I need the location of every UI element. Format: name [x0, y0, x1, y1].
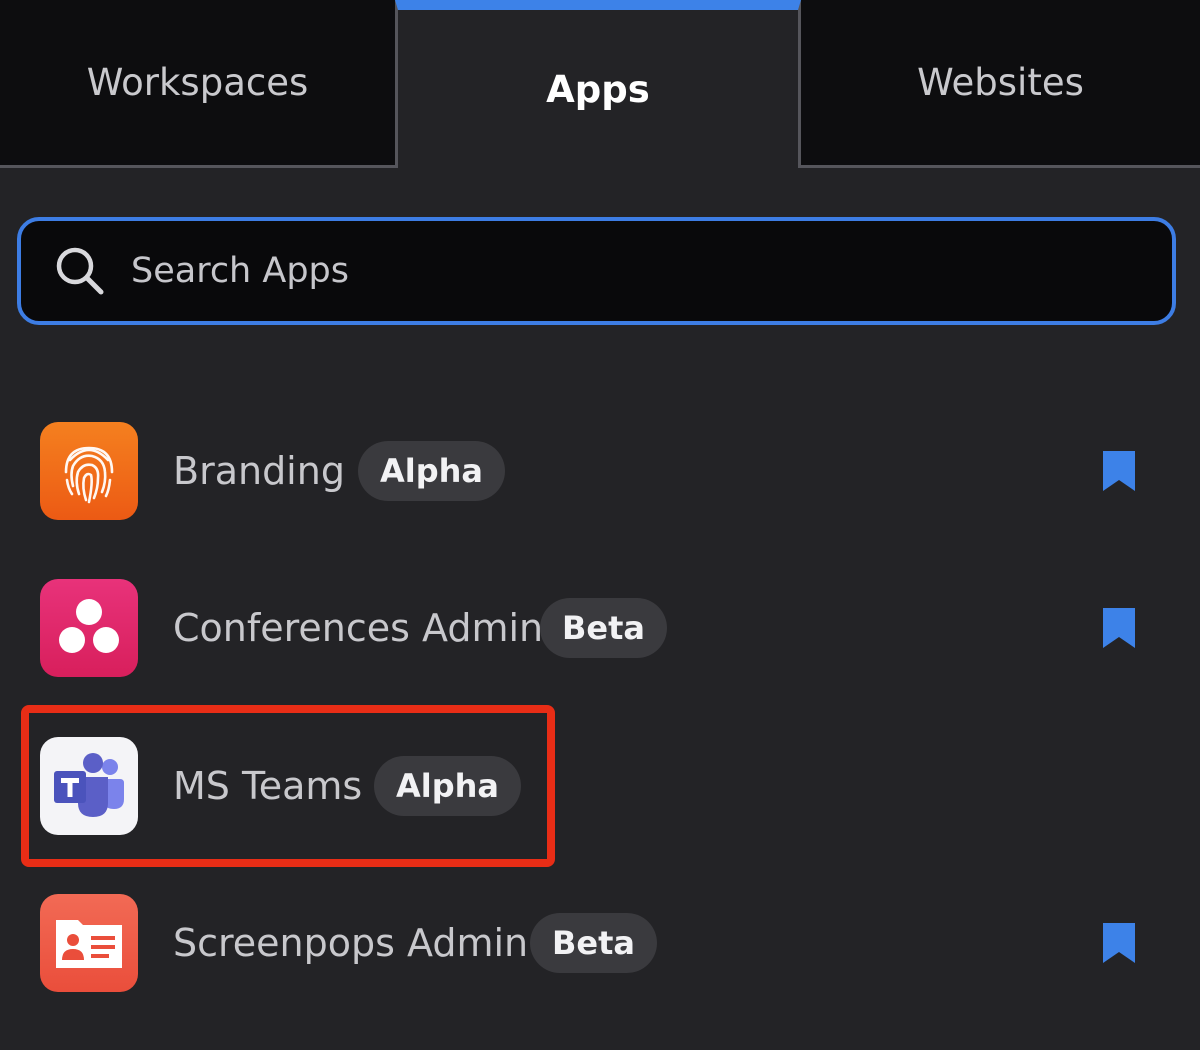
status-badge: Beta	[530, 913, 657, 973]
app-item-ms-teams[interactable]: MS Teams Alpha	[0, 736, 1200, 836]
search-input[interactable]	[131, 241, 1172, 301]
fingerprint-icon	[40, 422, 138, 520]
status-badge: Beta	[540, 598, 667, 658]
tab-workspaces-label: Workspaces	[86, 61, 309, 104]
tab-workspaces[interactable]: Workspaces	[0, 0, 395, 168]
bookmark-icon[interactable]	[1103, 923, 1135, 963]
status-badge: Alpha	[374, 756, 522, 816]
tab-bar: Workspaces Apps Websites	[0, 0, 1200, 168]
app-item-screenpops-admin[interactable]: Screenpops Admin Beta	[0, 893, 1200, 993]
tab-websites[interactable]: Websites	[801, 0, 1200, 168]
app-item-conferences-admin[interactable]: Conferences Admin Beta	[0, 578, 1200, 678]
app-name: Conferences Admin	[173, 606, 544, 650]
search-box[interactable]	[17, 217, 1176, 325]
bookmark-icon[interactable]	[1103, 608, 1135, 648]
contact-card-icon	[40, 894, 138, 992]
tab-apps[interactable]: Apps	[395, 0, 801, 168]
status-badge: Alpha	[358, 441, 506, 501]
app-name: Screenpops Admin	[173, 921, 529, 965]
app-name: Branding	[173, 449, 345, 493]
search-icon	[56, 247, 104, 295]
conference-icon	[40, 579, 138, 677]
app-name: MS Teams	[173, 764, 363, 808]
tab-websites-label: Websites	[917, 61, 1084, 104]
tab-apps-label: Apps	[546, 67, 650, 111]
bookmark-icon[interactable]	[1103, 451, 1135, 491]
ms-teams-icon	[40, 737, 138, 835]
app-item-branding[interactable]: Branding Alpha	[0, 421, 1200, 521]
